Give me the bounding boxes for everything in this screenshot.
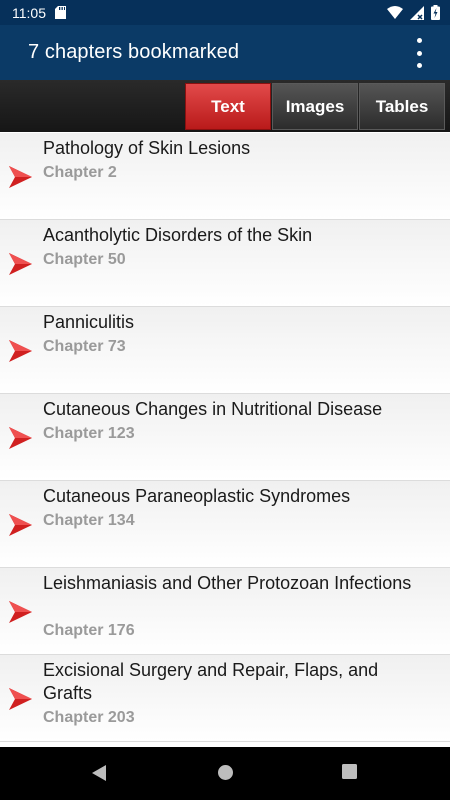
chapter-number: Chapter 123 [43, 425, 135, 442]
chapter-number: Chapter 50 [43, 251, 126, 268]
chapter-title: Acantholytic Disorders of the Skin [43, 225, 313, 245]
red-arrow-icon [9, 253, 32, 275]
back-icon[interactable] [91, 764, 107, 782]
chapter-title: Pathology of Skin Lesions [43, 138, 251, 158]
chapter-title: Cutaneous Paraneoplastic Syndromes [43, 486, 351, 506]
status-bar: 11:05 [0, 0, 450, 25]
chapter-title: Excisional Surgery and Repair, Flaps, an… [43, 660, 379, 703]
sd-card-icon [55, 6, 66, 19]
red-arrow-icon [9, 166, 32, 188]
tab-tables[interactable]: Tables [359, 83, 445, 130]
chapter-title: Panniculitis [43, 312, 135, 332]
bookmark-list: Pathology of Skin Lesions Chapter 2 Acan… [0, 133, 450, 747]
list-item[interactable]: Pathology of Skin Lesions Chapter 2 [0, 133, 450, 220]
list-item[interactable]: Cutaneous Changes in Nutritional Disease… [0, 394, 450, 481]
recents-icon[interactable] [342, 764, 357, 779]
chapter-title: Leishmaniasis and Other Protozoan Infect… [43, 573, 412, 593]
red-arrow-icon [9, 601, 32, 623]
list-item[interactable]: Panniculitis Chapter 73 [0, 307, 450, 394]
chapter-title: Cutaneous Changes in Nutritional Disease [43, 399, 383, 419]
wifi-icon [387, 6, 403, 19]
overflow-menu-icon[interactable] [410, 38, 428, 68]
chapter-number: Chapter 2 [43, 164, 117, 181]
red-arrow-icon [9, 688, 32, 710]
chapter-number: Chapter 73 [43, 338, 126, 355]
tab-images[interactable]: Images [272, 83, 358, 130]
tab-text[interactable]: Text [185, 83, 271, 130]
tab-label: Tables [375, 96, 429, 116]
tab-strip: Text Images Tables [0, 80, 450, 132]
status-time: 11:05 [12, 4, 46, 21]
list-item[interactable]: Acantholytic Disorders of the Skin Chapt… [0, 220, 450, 307]
chapter-number: Chapter 134 [43, 512, 135, 529]
app-bar: 7 chapters bookmarked [0, 25, 450, 80]
red-arrow-icon [9, 514, 32, 536]
battery-charging-icon [431, 5, 440, 20]
home-icon[interactable] [217, 764, 234, 781]
navigation-bar [0, 747, 450, 800]
list-item[interactable]: Leishmaniasis and Other Protozoan Infect… [0, 568, 450, 655]
list-item[interactable]: Cutaneous Paraneoplastic Syndromes Chapt… [0, 481, 450, 568]
red-arrow-icon [9, 427, 32, 449]
list-item[interactable]: Excisional Surgery and Repair, Flaps, an… [0, 655, 450, 742]
red-arrow-icon [9, 340, 32, 362]
chapter-number: Chapter 176 [43, 622, 135, 639]
tab-label: Images [285, 96, 345, 116]
page-title: 7 chapters bookmarked [28, 41, 240, 63]
cell-signal-icon [410, 5, 424, 20]
tab-label: Text [211, 96, 245, 116]
chapter-number: Chapter 203 [43, 709, 135, 726]
